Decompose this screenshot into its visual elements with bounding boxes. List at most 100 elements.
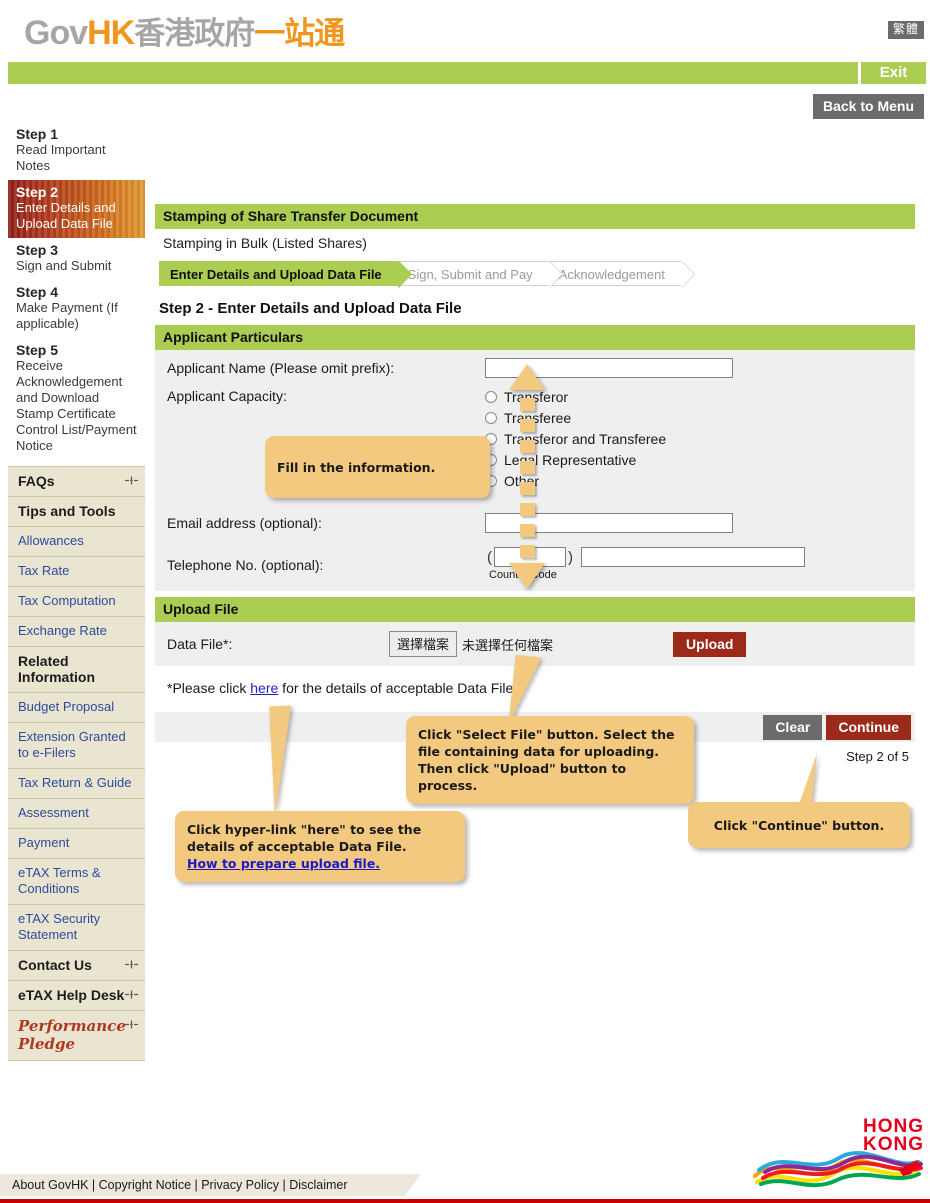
clear-button[interactable]: Clear [763, 714, 823, 740]
language-toggle-button[interactable]: 繁體 [887, 21, 924, 40]
sidebar-nav-list: FAQs Tips and Tools Allowances Tax Rate … [8, 466, 145, 1061]
expand-icon[interactable] [125, 1020, 138, 1029]
continue-button[interactable]: Continue [826, 714, 911, 740]
exit-button[interactable]: Exit [858, 62, 926, 84]
step-3-desc: Sign and Submit [16, 258, 112, 273]
govhk-logo[interactable]: GovHK香港政府一站通 [24, 8, 345, 53]
step-5-title: Step 5 [16, 342, 59, 358]
footer: HONG KONG About GovHK | Copyright Notice… [0, 1117, 930, 1203]
sidebar-item-tax-return-label: Tax Return & Guide [18, 775, 132, 790]
sidebar: Step 1 Read Important Notes Step 2 Enter… [8, 122, 145, 1061]
expand-icon[interactable] [125, 990, 138, 999]
step-list: Step 1 Read Important Notes Step 2 Enter… [8, 122, 145, 460]
page-subtitle: Stamping in Bulk (Listed Shares) [163, 235, 367, 251]
logo-hk-text: HK [87, 14, 135, 52]
sidebar-item-performance-pledge[interactable]: Performance Pledge [8, 1011, 145, 1061]
sidebar-item-tips-and-tools-label: Tips and Tools [18, 503, 116, 519]
sidebar-item-allowances[interactable]: Allowances [8, 527, 145, 557]
step-heading: Step 2 - Enter Details and Upload Data F… [159, 300, 462, 317]
arrow-dash-segment [520, 503, 535, 516]
step-5-desc: Receive Acknowledgement and Download Sta… [16, 358, 137, 453]
sidebar-item-etax-security-statement[interactable]: eTAX Security Statement [8, 905, 145, 951]
hong-kong-line2: KONG [863, 1134, 924, 1155]
sidebar-item-extension-granted-to-e-filers[interactable]: Extension Granted to e-Filers [8, 723, 145, 769]
note-suffix: for the details of acceptable Data File. [278, 680, 518, 696]
sidebar-item-exchange-rate[interactable]: Exchange Rate [8, 617, 145, 647]
expand-icon[interactable] [125, 476, 138, 485]
applicant-capacity-label: Applicant Capacity: [167, 388, 287, 404]
selected-file-name: 未選擇任何檔案 [462, 638, 554, 654]
sidebar-step-3[interactable]: Step 3 Sign and Submit [8, 238, 145, 280]
upload-button[interactable]: Upload [673, 631, 747, 657]
back-to-menu-button[interactable]: Back to Menu [812, 94, 924, 119]
brand-bar: GovHK香港政府一站通 繁體 [0, 0, 930, 62]
page-title: Stamping of Share Transfer Document [155, 204, 915, 229]
callout-here-link-line1: Click hyper-link "here" to see the [187, 822, 422, 837]
sidebar-item-assessment-label: Assessment [18, 805, 89, 820]
callout-select-file: Click "Select File" button. Select the f… [406, 716, 694, 804]
sidebar-item-tax-computation[interactable]: Tax Computation [8, 587, 145, 617]
sidebar-item-budget-proposal[interactable]: Budget Proposal [8, 693, 145, 723]
sidebar-item-etax-terms-label: eTAX Terms & Conditions [18, 865, 101, 896]
step-3-title: Step 3 [16, 242, 59, 258]
logo-gov-text: Gov [24, 14, 88, 52]
email-label: Email address (optional): [167, 515, 322, 531]
radio-button-icon[interactable] [485, 390, 497, 403]
sidebar-step-5[interactable]: Step 5 Receive Acknowledgement and Downl… [8, 338, 145, 460]
sidebar-step-4[interactable]: Step 4 Make Payment (If applicable) [8, 280, 145, 338]
arrow-dash-segment [520, 482, 535, 495]
sidebar-item-performance-pledge-label: Performance Pledge [18, 1017, 126, 1053]
tab-acknowledgement-label: Acknowledgement [558, 267, 665, 282]
progress-tabs: Enter Details and Upload Data File Sign,… [159, 261, 915, 288]
arrow-dash-segment [520, 461, 535, 474]
how-to-prepare-upload-file-link[interactable]: How to prepare upload file. [187, 856, 380, 871]
applicant-name-label: Applicant Name (Please omit prefix): [167, 360, 395, 376]
sidebar-item-contact-us-label: Contact Us [18, 957, 92, 973]
sidebar-step-2[interactable]: Step 2 Enter Details and Upload Data Fil… [8, 180, 145, 238]
tab-enter-details[interactable]: Enter Details and Upload Data File [159, 261, 412, 288]
sidebar-item-tips-and-tools[interactable]: Tips and Tools [8, 497, 145, 527]
sidebar-item-related-information-label: Related Information [18, 653, 95, 685]
callout-continue: Click "Continue" button. [688, 802, 910, 848]
tab-sign-submit-pay[interactable]: Sign, Submit and Pay [397, 261, 563, 288]
sidebar-item-contact-us[interactable]: Contact Us [8, 951, 145, 981]
sidebar-item-assessment[interactable]: Assessment [8, 799, 145, 829]
telephone-number-input[interactable] [581, 547, 805, 567]
upload-file-header: Upload File [155, 597, 915, 622]
footer-links-text: About GovHK | Copyright Notice | Privacy… [12, 1178, 348, 1192]
sidebar-item-etax-security-label: eTAX Security Statement [18, 911, 101, 942]
callout-select-file-text: Click "Select File" button. Select the f… [418, 727, 675, 793]
sidebar-item-etax-terms-conditions[interactable]: eTAX Terms & Conditions [8, 859, 145, 905]
sidebar-item-etax-help-desk-label: eTAX Help Desk [18, 987, 125, 1003]
arrow-head-down-icon [509, 563, 545, 589]
sidebar-item-extension-granted-label: Extension Granted to e-Filers [18, 729, 126, 760]
hong-kong-wordmark: HONG KONG [863, 1117, 924, 1155]
logo-chinese-gray: 香港政府 [134, 16, 255, 51]
step-1-title: Step 1 [16, 126, 59, 142]
step-2-title: Step 2 [16, 184, 59, 200]
tab-acknowledgement[interactable]: Acknowledgement [548, 261, 696, 288]
sidebar-item-tax-computation-label: Tax Computation [18, 593, 116, 608]
step-2-desc: Enter Details and Upload Data File [16, 200, 116, 231]
footer-links[interactable]: About GovHK | Copyright Notice | Privacy… [0, 1174, 421, 1196]
radio-button-icon[interactable] [485, 411, 497, 424]
sidebar-step-1[interactable]: Step 1 Read Important Notes [8, 122, 145, 180]
here-link[interactable]: here [250, 680, 278, 696]
callout-fill-information: Fill in the information. [265, 436, 490, 498]
sidebar-item-payment[interactable]: Payment [8, 829, 145, 859]
sidebar-item-tax-rate[interactable]: Tax Rate [8, 557, 145, 587]
footer-red-rule [0, 1199, 930, 1203]
sidebar-item-payment-label: Payment [18, 835, 70, 850]
paren-open: ( [487, 548, 492, 566]
arrow-dash-segment [520, 440, 535, 453]
sidebar-item-tax-return-and-guide[interactable]: Tax Return & Guide [8, 769, 145, 799]
sidebar-item-etax-help-desk[interactable]: eTAX Help Desk [8, 981, 145, 1011]
sidebar-item-related-information[interactable]: Related Information [8, 647, 145, 693]
expand-icon[interactable] [125, 960, 138, 969]
applicant-particulars-header: Applicant Particulars [155, 325, 915, 350]
sidebar-item-faqs[interactable]: FAQs [8, 467, 145, 497]
note-prefix: *Please click [167, 680, 251, 696]
select-file-button[interactable]: 選擇檔案 [389, 631, 458, 657]
logo-chinese-orange: 一站通 [254, 16, 345, 51]
arrow-dash-segment [520, 398, 535, 411]
